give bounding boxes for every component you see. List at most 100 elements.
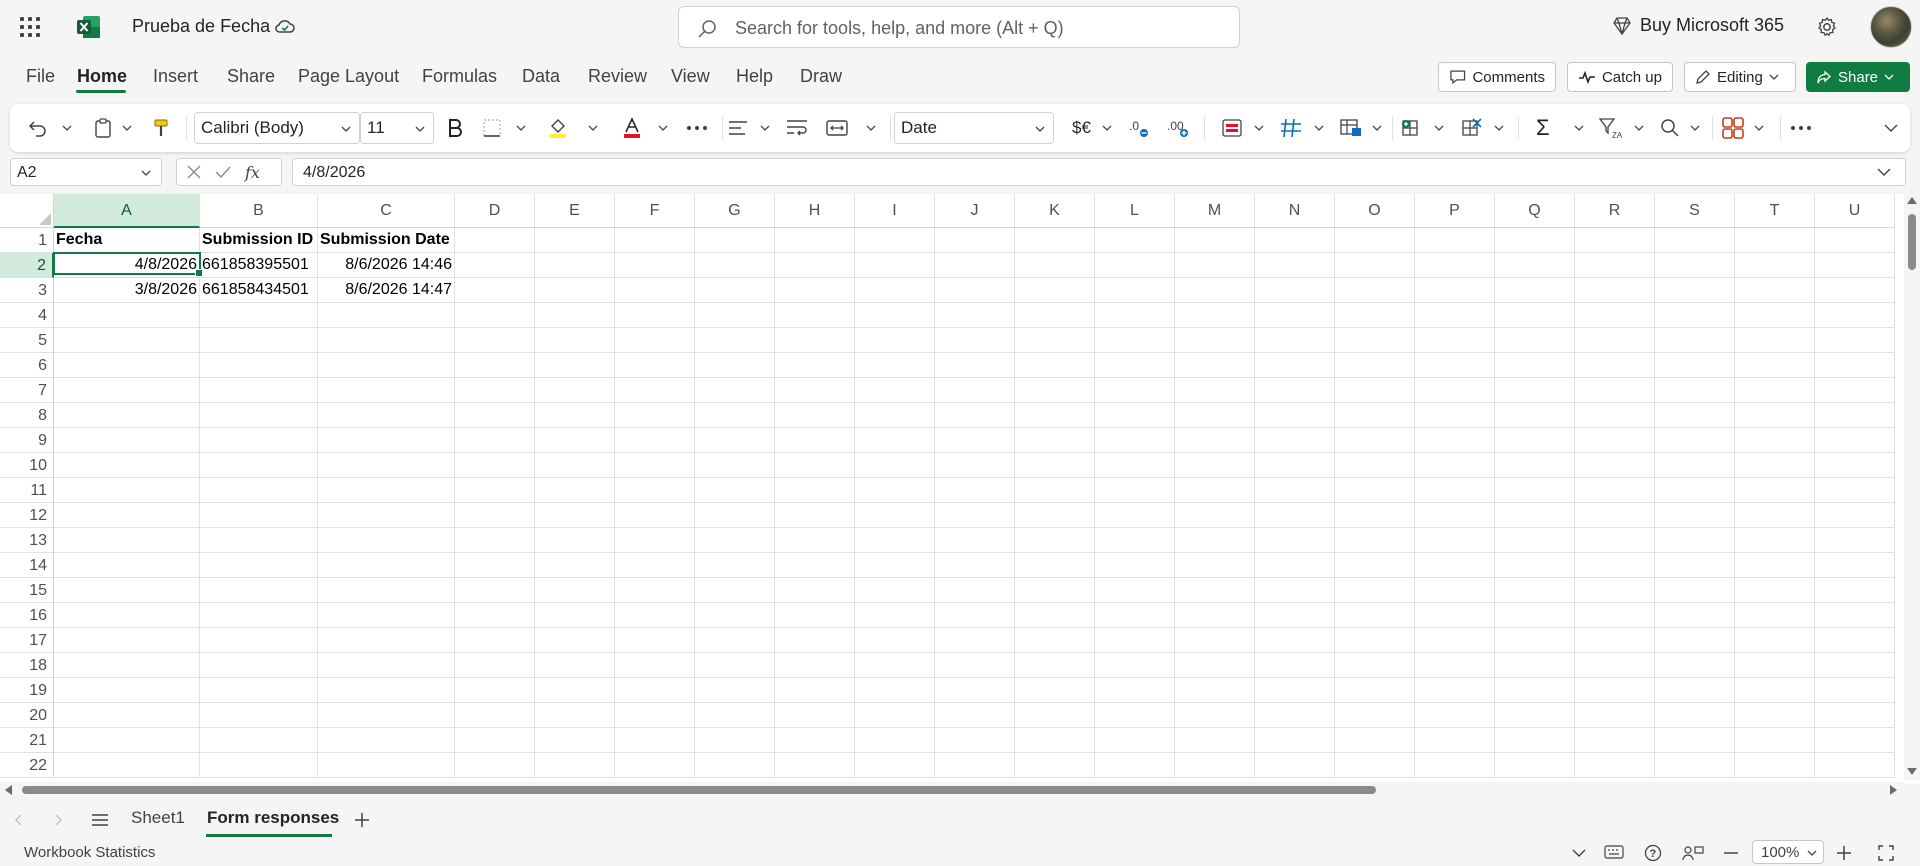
cell-n17[interactable]	[1255, 628, 1335, 653]
cell-u4[interactable]	[1815, 303, 1895, 328]
column-header-o[interactable]: O	[1335, 194, 1415, 228]
cell-h16[interactable]	[775, 603, 855, 628]
paste-button[interactable]	[94, 116, 112, 140]
cell-b16[interactable]	[200, 603, 318, 628]
cell-d14[interactable]	[455, 553, 535, 578]
cell-f19[interactable]	[615, 678, 695, 703]
cell-n3[interactable]	[1255, 278, 1335, 303]
cell-m22[interactable]	[1175, 753, 1255, 778]
cell-l7[interactable]	[1095, 378, 1175, 403]
cell-s12[interactable]	[1655, 503, 1735, 528]
cell-t5[interactable]	[1735, 328, 1815, 353]
cell-q18[interactable]	[1495, 653, 1575, 678]
cell-b18[interactable]	[200, 653, 318, 678]
cell-o7[interactable]	[1335, 378, 1415, 403]
cell-s8[interactable]	[1655, 403, 1735, 428]
cell-i20[interactable]	[855, 703, 935, 728]
cell-i18[interactable]	[855, 653, 935, 678]
row-header-17[interactable]: 17	[0, 628, 54, 653]
cell-b7[interactable]	[200, 378, 318, 403]
search-box[interactable]: Search for tools, help, and more (Alt + …	[678, 6, 1240, 48]
cell-s2[interactable]	[1655, 253, 1735, 278]
cell-t11[interactable]	[1735, 478, 1815, 503]
cell-n21[interactable]	[1255, 728, 1335, 753]
cell-a16[interactable]	[54, 603, 200, 628]
cell-p13[interactable]	[1415, 528, 1495, 553]
cell-l11[interactable]	[1095, 478, 1175, 503]
cell-t2[interactable]	[1735, 253, 1815, 278]
cell-o3[interactable]	[1335, 278, 1415, 303]
row-header-4[interactable]: 4	[0, 303, 54, 328]
undo-dropdown[interactable]	[62, 116, 72, 140]
cell-d6[interactable]	[455, 353, 535, 378]
cell-n10[interactable]	[1255, 453, 1335, 478]
cell-p22[interactable]	[1415, 753, 1495, 778]
cell-h6[interactable]	[775, 353, 855, 378]
cell-a7[interactable]	[54, 378, 200, 403]
cell-e15[interactable]	[535, 578, 615, 603]
cell-f11[interactable]	[615, 478, 695, 503]
cell-k18[interactable]	[1015, 653, 1095, 678]
cell-t10[interactable]	[1735, 453, 1815, 478]
cell-k13[interactable]	[1015, 528, 1095, 553]
cell-p7[interactable]	[1415, 378, 1495, 403]
cell-d17[interactable]	[455, 628, 535, 653]
cell-s9[interactable]	[1655, 428, 1735, 453]
cell-f14[interactable]	[615, 553, 695, 578]
cell-s18[interactable]	[1655, 653, 1735, 678]
cell-d16[interactable]	[455, 603, 535, 628]
cell-d8[interactable]	[455, 403, 535, 428]
cell-r5[interactable]	[1575, 328, 1655, 353]
cell-k19[interactable]	[1015, 678, 1095, 703]
cell-i16[interactable]	[855, 603, 935, 628]
cell-u12[interactable]	[1815, 503, 1895, 528]
column-header-m[interactable]: M	[1175, 194, 1255, 228]
column-header-p[interactable]: P	[1415, 194, 1495, 228]
cell-c22[interactable]	[318, 753, 455, 778]
comments-button[interactable]: Comments	[1438, 62, 1556, 92]
cell-o18[interactable]	[1335, 653, 1415, 678]
cell-g1[interactable]	[695, 228, 775, 253]
cell-o14[interactable]	[1335, 553, 1415, 578]
cell-e8[interactable]	[535, 403, 615, 428]
cell-f9[interactable]	[615, 428, 695, 453]
cell-a4[interactable]	[54, 303, 200, 328]
cell-p15[interactable]	[1415, 578, 1495, 603]
cell-p9[interactable]	[1415, 428, 1495, 453]
cell-h4[interactable]	[775, 303, 855, 328]
previous-sheet-icon[interactable]	[14, 814, 22, 826]
scroll-up-icon[interactable]	[1907, 196, 1917, 204]
cell-q17[interactable]	[1495, 628, 1575, 653]
cell-b8[interactable]	[200, 403, 318, 428]
cell-c13[interactable]	[318, 528, 455, 553]
cell-s4[interactable]	[1655, 303, 1735, 328]
cell-g20[interactable]	[695, 703, 775, 728]
cell-i8[interactable]	[855, 403, 935, 428]
cell-q16[interactable]	[1495, 603, 1575, 628]
more-options-button[interactable]	[1790, 116, 1812, 140]
cell-i2[interactable]	[855, 253, 935, 278]
cell-p3[interactable]	[1415, 278, 1495, 303]
cell-t18[interactable]	[1735, 653, 1815, 678]
cell-b19[interactable]	[200, 678, 318, 703]
cell-g10[interactable]	[695, 453, 775, 478]
format-as-table-dropdown[interactable]	[1314, 116, 1324, 140]
add-ins-button[interactable]	[1722, 116, 1744, 140]
tab-review[interactable]: Review	[588, 66, 647, 87]
row-header-1[interactable]: 1	[0, 228, 54, 253]
cell-f2[interactable]	[615, 253, 695, 278]
cell-s13[interactable]	[1655, 528, 1735, 553]
insert-cells-button[interactable]	[1400, 116, 1422, 140]
cell-a12[interactable]	[54, 503, 200, 528]
cell-r19[interactable]	[1575, 678, 1655, 703]
cell-i9[interactable]	[855, 428, 935, 453]
column-header-l[interactable]: L	[1095, 194, 1175, 228]
cell-b10[interactable]	[200, 453, 318, 478]
cell-a20[interactable]	[54, 703, 200, 728]
cell-u2[interactable]	[1815, 253, 1895, 278]
cell-g5[interactable]	[695, 328, 775, 353]
cell-u13[interactable]	[1815, 528, 1895, 553]
cell-p2[interactable]	[1415, 253, 1495, 278]
cell-o15[interactable]	[1335, 578, 1415, 603]
cell-l6[interactable]	[1095, 353, 1175, 378]
